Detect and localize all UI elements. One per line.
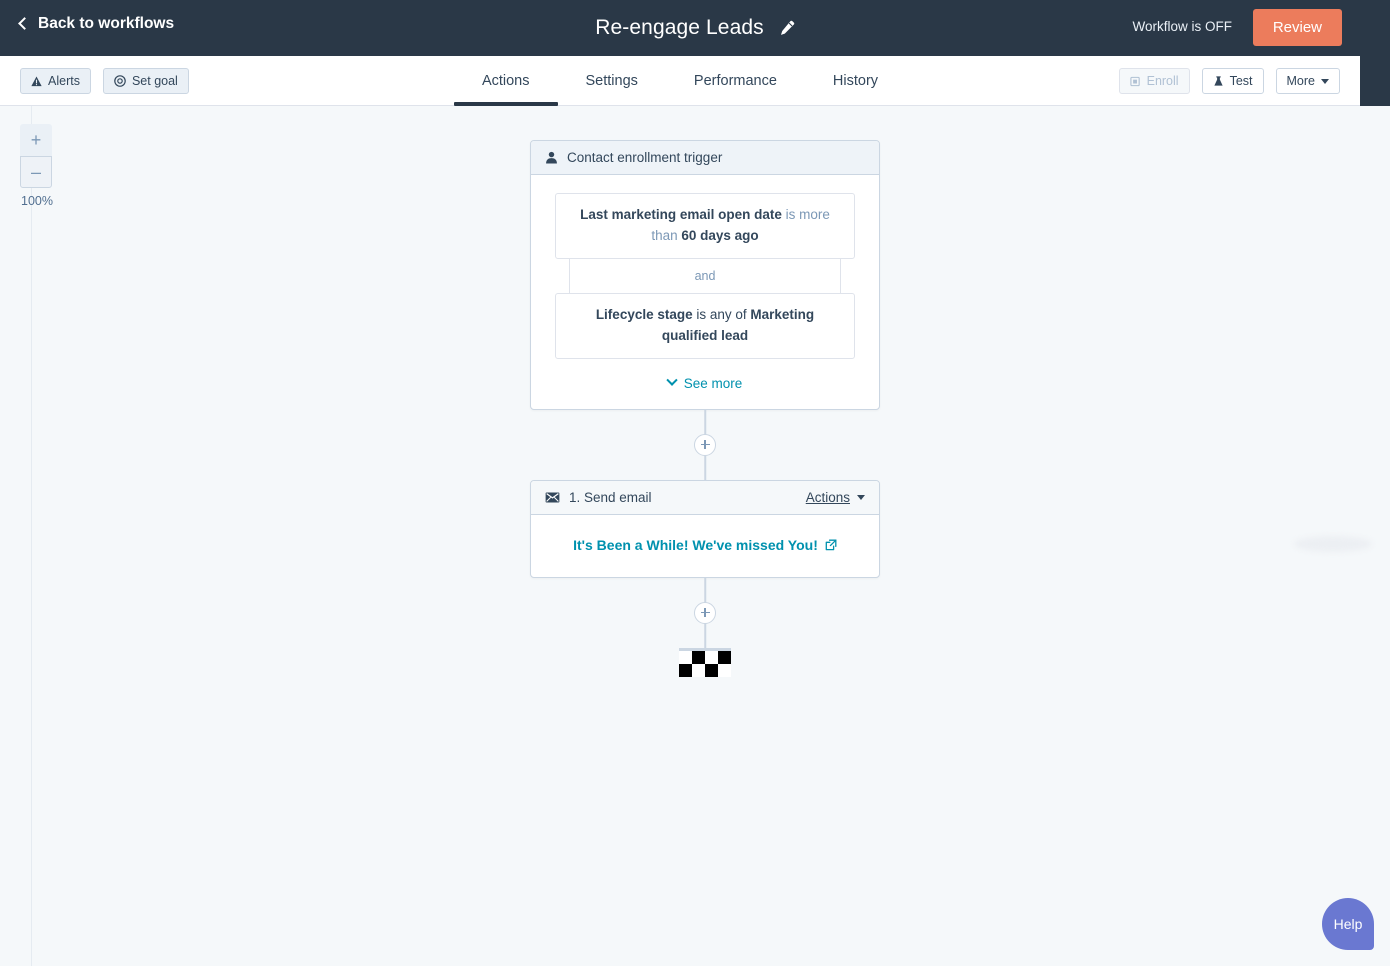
flow-connector xyxy=(530,577,880,648)
chevron-left-icon xyxy=(18,17,31,30)
toolbar-left-group: Alerts Set goal xyxy=(20,68,189,94)
test-button[interactable]: Test xyxy=(1201,68,1264,94)
tab-performance[interactable]: Performance xyxy=(666,56,805,106)
send-email-title: 1. Send email xyxy=(569,489,652,505)
workflow-end-marker xyxy=(530,647,880,688)
enroll-button[interactable]: Enroll xyxy=(1118,68,1190,94)
send-email-body: It's Been a While! We've missed You! xyxy=(531,515,879,577)
external-link-icon xyxy=(825,539,837,550)
send-email-header: 1. Send email Actions xyxy=(531,480,879,515)
enroll-label: Enroll xyxy=(1146,74,1179,88)
contact-person-icon xyxy=(546,151,557,164)
see-more-label: See more xyxy=(683,375,743,391)
flask-icon xyxy=(1213,75,1223,86)
workflow-flow-column: Contact enrollment trigger Last marketin… xyxy=(530,140,880,688)
back-to-workflows-link[interactable]: Back to workflows xyxy=(18,15,175,33)
filter-value: 60 days ago xyxy=(681,227,759,243)
set-goal-label: Set goal xyxy=(131,74,178,88)
set-goal-button[interactable]: Set goal xyxy=(102,68,189,94)
see-more-button[interactable]: See more xyxy=(555,374,855,391)
page-title: Re-engage Leads xyxy=(595,16,764,39)
review-button[interactable]: Review xyxy=(1252,9,1342,46)
email-asset-name: It's Been a While! We've missed You! xyxy=(573,536,818,553)
flow-connector xyxy=(530,409,880,480)
tab-actions[interactable]: Actions xyxy=(453,56,558,106)
add-step-button[interactable] xyxy=(694,433,716,456)
back-to-workflows-label: Back to workflows xyxy=(38,15,175,32)
chevron-down-icon xyxy=(666,374,678,387)
filter-property: Lifecycle stage xyxy=(595,306,693,322)
test-label: Test xyxy=(1229,74,1253,88)
filter-property: Last marketing email open date xyxy=(580,207,782,222)
workflow-editor-page: Back to workflows Re-engage Leads Workfl… xyxy=(0,0,1390,966)
enrollment-trigger-card[interactable]: Contact enrollment trigger Last marketin… xyxy=(530,140,880,410)
canvas-artifact xyxy=(1294,536,1372,552)
workflow-status-text: Workflow is OFF xyxy=(1132,19,1232,34)
email-asset-link[interactable]: It's Been a While! We've missed You! xyxy=(573,537,837,553)
zoom-in-button[interactable]: + xyxy=(20,124,52,156)
more-button[interactable]: More xyxy=(1275,68,1340,94)
toolbar-right-group: Enroll Test More xyxy=(1118,68,1340,94)
alerts-button[interactable]: Alerts xyxy=(20,68,91,94)
canvas-left-divider xyxy=(31,106,32,966)
enrollment-trigger-header: Contact enrollment trigger xyxy=(531,141,879,175)
more-label: More xyxy=(1286,74,1315,88)
warning-triangle-icon xyxy=(31,75,42,86)
add-step-button[interactable] xyxy=(694,601,716,624)
filter-criterion[interactable]: Last marketing email open date is more t… xyxy=(555,193,855,259)
filter-operator: is any of xyxy=(692,306,751,322)
checkered-flag-icon xyxy=(679,650,731,677)
caret-down-icon xyxy=(1321,78,1329,84)
zoom-out-button[interactable]: – xyxy=(20,156,52,188)
send-email-action-card[interactable]: 1. Send email Actions It's Been a While!… xyxy=(530,479,880,578)
workflow-canvas: + – 100% Contact enrollment trigger Last… xyxy=(0,106,1390,966)
zoom-controls: + – 100% xyxy=(20,124,54,208)
enrollment-trigger-body: Last marketing email open date is more t… xyxy=(531,175,879,409)
card-actions-dropdown[interactable]: Actions xyxy=(806,490,865,505)
caret-down-icon xyxy=(857,494,865,500)
alerts-label: Alerts xyxy=(48,74,80,88)
card-actions-label: Actions xyxy=(805,489,850,505)
enrollment-trigger-title: Contact enrollment trigger xyxy=(567,150,723,165)
envelope-icon xyxy=(545,492,560,503)
filter-list: Last marketing email open date is more t… xyxy=(555,193,855,359)
top-header-bar: Back to workflows Re-engage Leads Workfl… xyxy=(0,0,1390,56)
zoom-level-label: 100% xyxy=(21,194,53,208)
target-icon xyxy=(114,75,126,87)
filter-join-row: and xyxy=(555,258,855,293)
tab-history[interactable]: History xyxy=(805,56,906,106)
help-button[interactable]: Help xyxy=(1322,898,1374,950)
pencil-icon[interactable] xyxy=(778,20,795,37)
filter-join-label: and xyxy=(694,268,716,283)
filter-criterion[interactable]: Lifecycle stage is any of Marketing qual… xyxy=(555,292,855,359)
tab-settings[interactable]: Settings xyxy=(558,56,666,106)
send-email-title-group: 1. Send email xyxy=(545,490,652,505)
enroll-icon xyxy=(1129,76,1140,86)
